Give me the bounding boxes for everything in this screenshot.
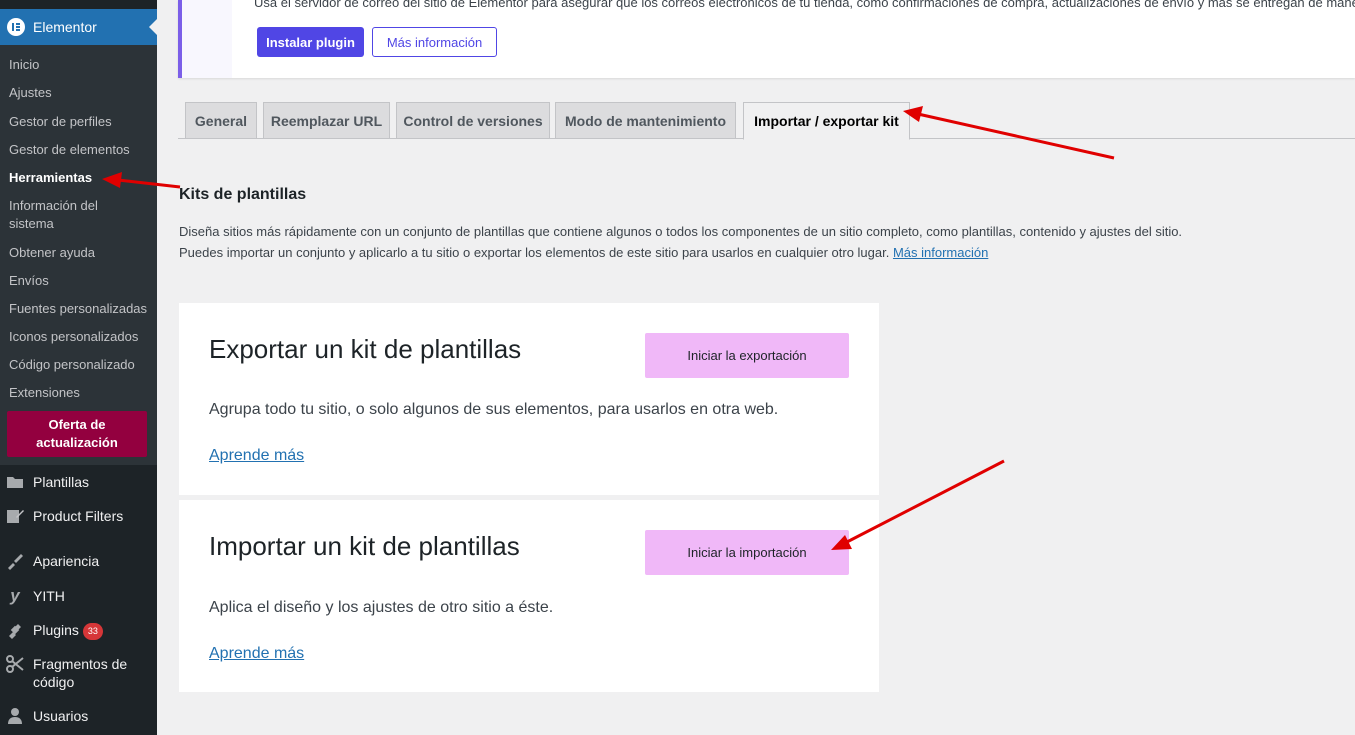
notice-icon-area: [182, 0, 232, 78]
tab-version-control[interactable]: Control de versiones: [396, 102, 550, 139]
submenu-item-ajustes[interactable]: Ajustes: [9, 84, 149, 102]
sidebar-item-label: YITH: [33, 588, 65, 604]
export-kit-heading: Exportar un kit de plantillas: [209, 334, 522, 364]
submenu-item-info-sistema[interactable]: Información del sistema: [9, 197, 119, 233]
submenu-item-inicio[interactable]: Inicio: [9, 56, 149, 74]
user-icon: [6, 707, 24, 725]
more-info-button[interactable]: Más información: [372, 27, 497, 57]
export-kit-description: Agrupa todo tu sitio, o solo algunos de …: [209, 401, 779, 418]
sidebar-item-label: Usuarios: [33, 708, 89, 724]
tools-tabs: General Reemplazar URL Control de versio…: [178, 102, 1355, 140]
tab-general[interactable]: General: [185, 102, 257, 139]
submenu-item-extensiones[interactable]: Extensiones: [9, 384, 149, 402]
upgrade-offer-button[interactable]: Oferta de actualización: [7, 411, 147, 457]
plugin-icon: [6, 621, 24, 639]
elementor-submenu: Inicio Ajustes Gestor de perfiles Gestor…: [0, 45, 157, 465]
start-export-button[interactable]: Iniciar la exportación: [645, 333, 849, 378]
sidebar-item-elementor[interactable]: Elementor: [0, 9, 157, 45]
elementor-icon: [7, 18, 25, 36]
yith-icon: y: [10, 586, 20, 605]
edit-icon: [6, 507, 24, 525]
submenu-item-gestor-elementos[interactable]: Gestor de elementos: [9, 141, 149, 159]
sidebar-item-label: Elementor: [33, 19, 97, 35]
start-import-button[interactable]: Iniciar la importación: [645, 530, 849, 575]
tab-import-export-kit[interactable]: Importar / exportar kit: [743, 102, 910, 140]
export-learn-more-link[interactable]: Aprende más: [209, 447, 304, 465]
export-kit-card: Exportar un kit de plantillas Iniciar la…: [179, 303, 879, 495]
mail-plugin-notice: Usa el servidor de correo del sitio de E…: [178, 0, 1355, 78]
plugin-update-count-badge: 33: [82, 622, 103, 640]
notice-message: Usa el servidor de correo del sitio de E…: [254, 0, 1355, 10]
sidebar-item-label: Plantillas: [33, 474, 90, 490]
submenu-item-obtener-ayuda[interactable]: Obtener ayuda: [9, 244, 149, 262]
scissors-icon: [6, 655, 24, 673]
import-kit-heading: Importar un kit de plantillas: [209, 531, 520, 561]
submenu-item-envios[interactable]: Envíos: [9, 272, 149, 290]
tab-replace-url[interactable]: Reemplazar URL: [263, 102, 390, 139]
submenu-item-iconos[interactable]: Iconos personalizados: [9, 328, 149, 346]
install-plugin-button[interactable]: Instalar plugin: [257, 27, 364, 57]
submenu-item-codigo[interactable]: Código personalizado: [9, 356, 149, 374]
page-title: Kits de plantillas: [179, 186, 307, 203]
description-line-1: Diseña sitios más rápidamente con un con…: [179, 224, 1183, 239]
submenu-item-fuentes[interactable]: Fuentes personalizadas: [9, 300, 149, 318]
import-learn-more-link[interactable]: Aprende más: [209, 645, 304, 663]
import-kit-card: Importar un kit de plantillas Iniciar la…: [179, 500, 879, 692]
description-line-2: Puedes importar un conjunto y aplicarlo …: [179, 245, 989, 260]
tab-maintenance-mode[interactable]: Modo de mantenimiento: [555, 102, 736, 139]
folder-icon: [6, 473, 24, 491]
import-kit-description: Aplica el diseño y los ajustes de otro s…: [209, 599, 554, 616]
more-info-link[interactable]: Más información: [893, 245, 988, 260]
sidebar-item-label: Apariencia: [33, 553, 100, 569]
submenu-item-gestor-perfiles[interactable]: Gestor de perfiles: [9, 113, 149, 131]
sidebar-item-label: Product Filters: [33, 508, 124, 524]
sidebar-item-label: Fragmentos de código: [33, 656, 128, 690]
submenu-item-herramientas[interactable]: Herramientas: [9, 169, 149, 187]
sidebar-item-label: Plugins 33: [33, 621, 153, 640]
admin-sidebar: Elementor Inicio Ajustes Gestor de perfi…: [0, 0, 157, 735]
brush-icon: [6, 552, 24, 570]
